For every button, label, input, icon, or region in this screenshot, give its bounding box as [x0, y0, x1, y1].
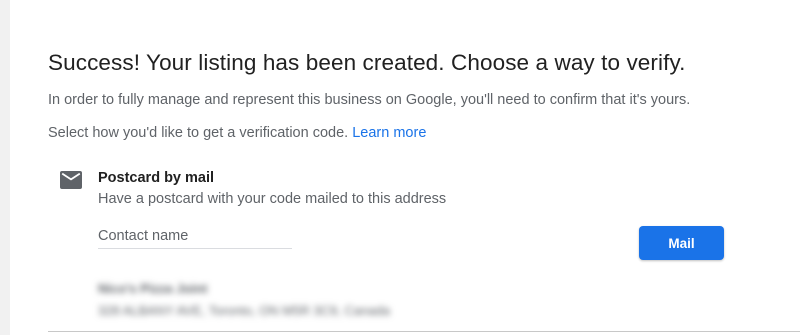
page-title: Success! Your listing has been created. …	[48, 50, 686, 75]
select-instruction: Select how you'd like to get a verificat…	[48, 125, 426, 141]
verification-card: Success! Your listing has been created. …	[10, 0, 800, 335]
section-divider	[48, 331, 800, 332]
postcard-option-description: Have a postcard with your code mailed to…	[98, 191, 447, 207]
contact-name-input[interactable]	[98, 224, 292, 249]
select-instruction-text: Select how you'd like to get a verificat…	[48, 125, 349, 141]
business-address: 328 ALBANY AVE, Toronto, ON M5R 3C9, Can…	[98, 303, 390, 318]
postcard-option-title: Postcard by mail	[98, 170, 215, 186]
mail-icon	[60, 171, 82, 189]
learn-more-link[interactable]: Learn more	[352, 125, 426, 141]
business-name: Nico's Pizza Joint	[98, 281, 208, 296]
description-text: In order to fully manage and represent t…	[48, 92, 691, 108]
mail-button[interactable]: Mail	[639, 226, 724, 260]
